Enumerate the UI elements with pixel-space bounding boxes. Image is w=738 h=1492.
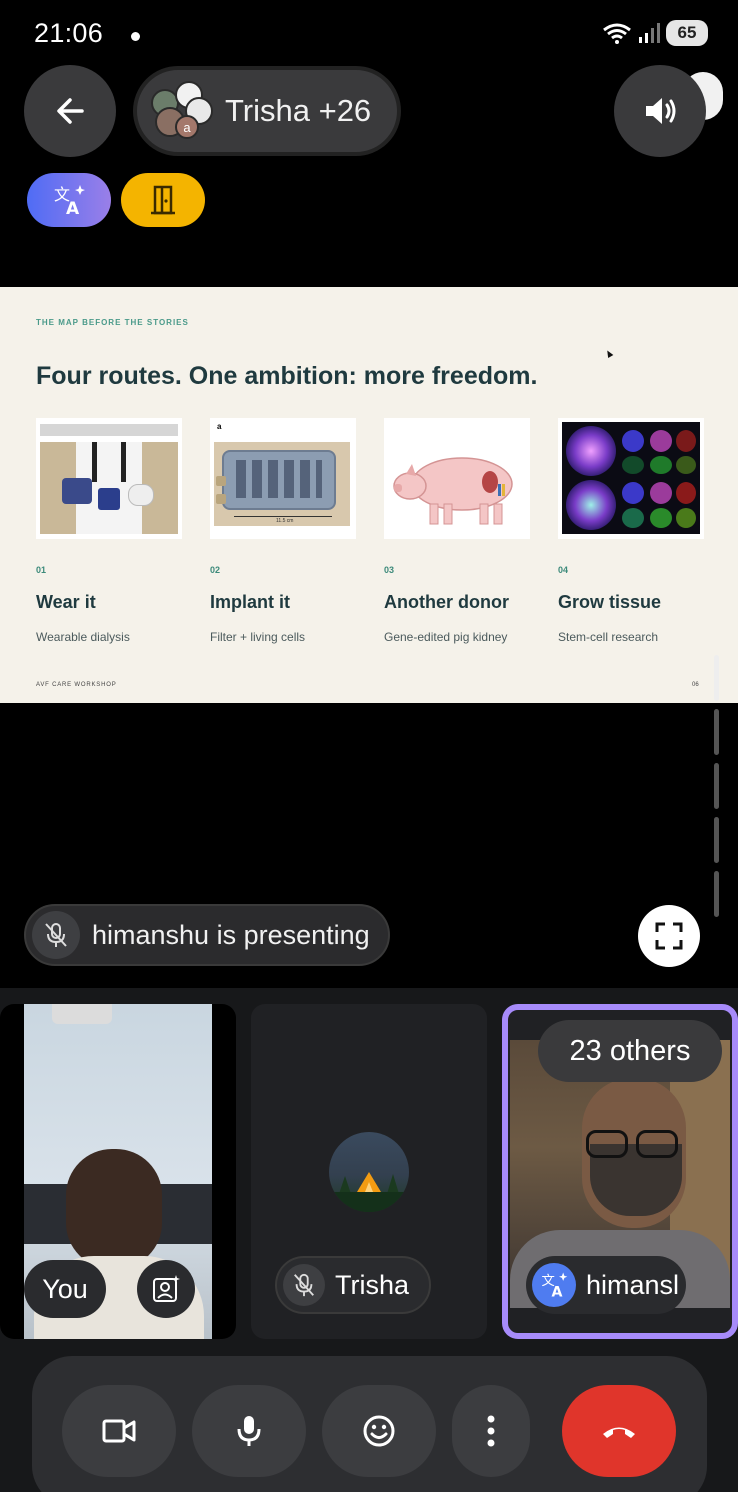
hang-up-icon [603,1427,635,1438]
self-name: You [42,1273,88,1304]
status-icons: 65 [602,20,708,46]
avatar-initial: a [175,115,199,139]
slide-card-grow [558,418,704,539]
slide-kicker: THE MAP BEFORE THE STORIES [36,318,189,327]
camera-button[interactable] [62,1385,176,1477]
participant-avatars: a [151,81,213,141]
presentation-slide: THE MAP BEFORE THE STORIES Four routes. … [0,287,738,703]
slide-card-implant: a 11.5 cm [210,418,356,539]
fullscreen-button[interactable] [638,905,700,967]
card-title: Grow tissue [558,592,662,612]
presenting-indicator[interactable]: himanshu is presenting [24,904,390,966]
avatar [329,1132,409,1212]
meeting-title-pill[interactable]: a Trisha +26 [133,66,401,156]
battery-indicator: 65 [666,20,708,46]
implant-filter-image: a 11.5 cm [210,418,356,539]
others-count: 23 others [569,1034,691,1067]
participant-tile-himanshu[interactable]: 23 others 文 A himansl [502,1004,738,1339]
participant-tile-trisha[interactable]: Trisha [251,1004,487,1339]
more-options-button[interactable] [452,1385,530,1477]
participant-name-pill: 文 A himansl [526,1256,686,1314]
speaker-icon [646,98,676,124]
stem-cell-image [558,418,704,539]
participant-name: Trisha [335,1269,410,1300]
translate-icon: 文 A [542,1272,568,1300]
card-title: Implant it [210,592,290,612]
meeting-title: Trisha +26 [225,93,372,128]
pig-illustration [393,457,513,525]
svg-text:A: A [552,1285,563,1300]
leave-door-chip[interactable] [121,173,205,227]
slide-card-donor [384,418,530,539]
translate-icon: 文 A [54,185,85,218]
card-number: 04 [558,565,569,575]
presenting-label: himanshu is presenting [92,919,370,950]
mic-off-icon [294,1273,314,1297]
visual-effects-icon [153,1275,180,1302]
visual-effects-button[interactable] [137,1260,195,1318]
card-number: 02 [210,565,221,575]
microphone-button[interactable] [192,1385,306,1477]
pig-kidney-image [384,418,530,539]
card-subtitle: Stem-cell research [558,630,659,644]
fullscreen-icon [655,922,683,950]
wearable-dialysis-image [36,418,182,539]
participant-name: himansl [586,1269,680,1300]
svg-text:A: A [66,199,80,218]
participant-name-pill: Trisha [275,1256,431,1314]
mic-off-badge [283,1264,325,1306]
presentation-scrollbar[interactable] [714,655,720,920]
translate-chip[interactable]: 文 A [27,173,111,227]
translate-badge: 文 A [532,1263,576,1307]
end-call-button[interactable] [562,1385,676,1477]
more-vertical-icon [487,1415,495,1447]
self-name-pill: You [24,1260,106,1318]
meet-call-screen: 21:06 65 a Trisha +26 文 A THE MAP BEFORE… [0,0,738,1492]
slide-title: Four routes. One ambition: more freedom. [36,362,538,390]
mic-off-badge [32,911,80,959]
microphone-icon [237,1416,261,1446]
tent-icon [329,1172,409,1212]
slide-card-wear [36,418,182,539]
slide-footer: AVF CARE WORKSHOP [36,682,117,688]
card-number: 01 [36,565,47,575]
speaker-button[interactable] [614,65,706,157]
reactions-button[interactable] [322,1385,436,1477]
card-subtitle: Filter + living cells [210,630,306,644]
emoji-icon [363,1415,395,1447]
status-time: 21:06 [34,18,104,48]
notification-dot [131,32,140,41]
card-title: Wear it [36,592,96,612]
mouse-cursor [604,348,614,359]
arrow-left-icon [57,98,84,124]
image-caption: 11.5 cm [276,518,294,524]
card-subtitle: Gene-edited pig kidney [384,630,508,644]
card-subtitle: Wearable dialysis [36,630,130,644]
back-button[interactable] [24,65,116,157]
video-camera-icon [102,1419,136,1443]
signal-icon [639,23,660,43]
card-title: Another donor [384,592,509,612]
image-label: a [217,422,222,431]
card-number: 03 [384,565,395,575]
mic-off-icon [45,923,67,947]
door-icon [151,185,175,215]
slide-page-number: 06 [692,682,699,688]
wifi-icon [603,23,631,44]
self-video-tile[interactable]: You [0,1004,236,1339]
others-count-badge[interactable]: 23 others [538,1020,722,1082]
